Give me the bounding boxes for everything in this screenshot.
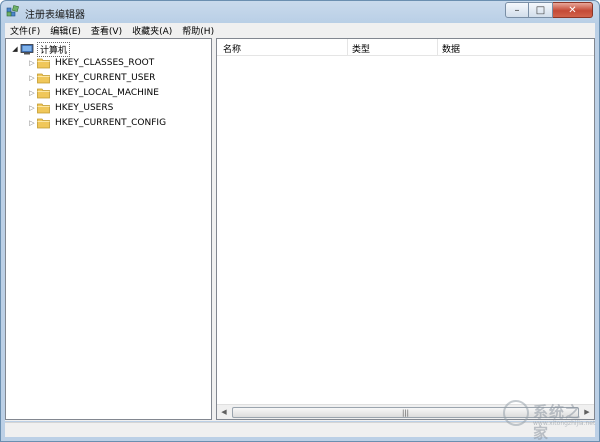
column-header-name[interactable]: 名称 xyxy=(223,42,241,55)
scrollbar-grip: ||| xyxy=(401,408,410,417)
folder-icon xyxy=(37,103,50,114)
menu-file[interactable]: 文件(F) xyxy=(5,24,45,37)
window-controls: – □ ✕ xyxy=(505,2,593,18)
scroll-left-icon[interactable]: ◀ xyxy=(217,405,231,419)
tree-pane[interactable]: ◢ 计算机 ▷ HKEY_CLASSES_ROOT ▷ HKEY_CURRENT… xyxy=(5,38,212,420)
tree-node-computer[interactable]: ◢ 计算机 xyxy=(10,41,71,57)
menu-edit[interactable]: 编辑(E) xyxy=(45,24,86,37)
maximize-button[interactable]: □ xyxy=(529,2,553,18)
tree-node-hkcc[interactable]: ▷ HKEY_CURRENT_CONFIG xyxy=(27,116,166,130)
column-divider[interactable] xyxy=(437,39,438,55)
expand-arrow-icon[interactable]: ▷ xyxy=(27,59,37,67)
tree-key-label: HKEY_CURRENT_USER xyxy=(55,73,156,83)
expand-arrow-icon[interactable]: ▷ xyxy=(27,74,37,82)
watermark: 系统之家 www.xitongzhijia.net xyxy=(503,397,595,441)
tree-node-hkcr[interactable]: ▷ HKEY_CLASSES_ROOT xyxy=(27,56,154,70)
registry-editor-icon xyxy=(6,5,19,17)
client-area: ◢ 计算机 ▷ HKEY_CLASSES_ROOT ▷ HKEY_CURRENT… xyxy=(5,38,595,421)
column-header-type[interactable]: 类型 xyxy=(352,42,370,55)
tree-key-label: HKEY_CLASSES_ROOT xyxy=(55,58,155,68)
column-divider[interactable] xyxy=(347,39,348,55)
minimize-button[interactable]: – xyxy=(505,2,529,18)
close-button[interactable]: ✕ xyxy=(553,2,593,18)
tree-node-hklm[interactable]: ▷ HKEY_LOCAL_MACHINE xyxy=(27,86,159,100)
column-headers: 名称 类型 数据 xyxy=(217,39,594,56)
computer-icon xyxy=(20,43,34,54)
title-bar[interactable]: 注册表编辑器 – □ ✕ xyxy=(1,1,599,23)
folder-icon xyxy=(37,73,50,84)
menu-view[interactable]: 查看(V) xyxy=(86,24,127,37)
folder-icon xyxy=(37,118,50,129)
tree-node-hkcu[interactable]: ▷ HKEY_CURRENT_USER xyxy=(27,71,155,85)
folder-icon xyxy=(37,88,50,99)
watermark-logo-icon xyxy=(503,400,529,426)
watermark-url: www.xitongzhijia.net xyxy=(533,420,596,427)
column-header-data[interactable]: 数据 xyxy=(442,42,460,55)
values-list-pane[interactable]: 名称 类型 数据 ◀ ||| ▶ xyxy=(216,38,595,420)
tree-key-label: HKEY_LOCAL_MACHINE xyxy=(55,88,159,98)
expand-arrow-icon[interactable]: ▷ xyxy=(27,119,37,127)
folder-icon xyxy=(37,58,50,69)
expand-arrow-icon[interactable]: ▷ xyxy=(27,89,37,97)
tree-node-hku[interactable]: ▷ HKEY_USERS xyxy=(27,101,113,115)
tree-key-label: HKEY_CURRENT_CONFIG xyxy=(55,118,167,128)
collapse-arrow-icon[interactable]: ◢ xyxy=(10,45,20,53)
expand-arrow-icon[interactable]: ▷ xyxy=(27,104,37,112)
menu-help[interactable]: 帮助(H) xyxy=(177,24,219,37)
tree-key-label: HKEY_USERS xyxy=(55,103,114,113)
menu-bar: 文件(F) 编辑(E) 查看(V) 收藏夹(A) 帮助(H) xyxy=(5,23,595,38)
registry-editor-window: 注册表编辑器 – □ ✕ 文件(F) 编辑(E) 查看(V) 收藏夹(A) 帮助… xyxy=(0,0,600,442)
tree-root-label: 计算机 xyxy=(37,41,71,57)
menu-favorites[interactable]: 收藏夹(A) xyxy=(127,24,177,37)
window-title: 注册表编辑器 xyxy=(25,10,85,21)
